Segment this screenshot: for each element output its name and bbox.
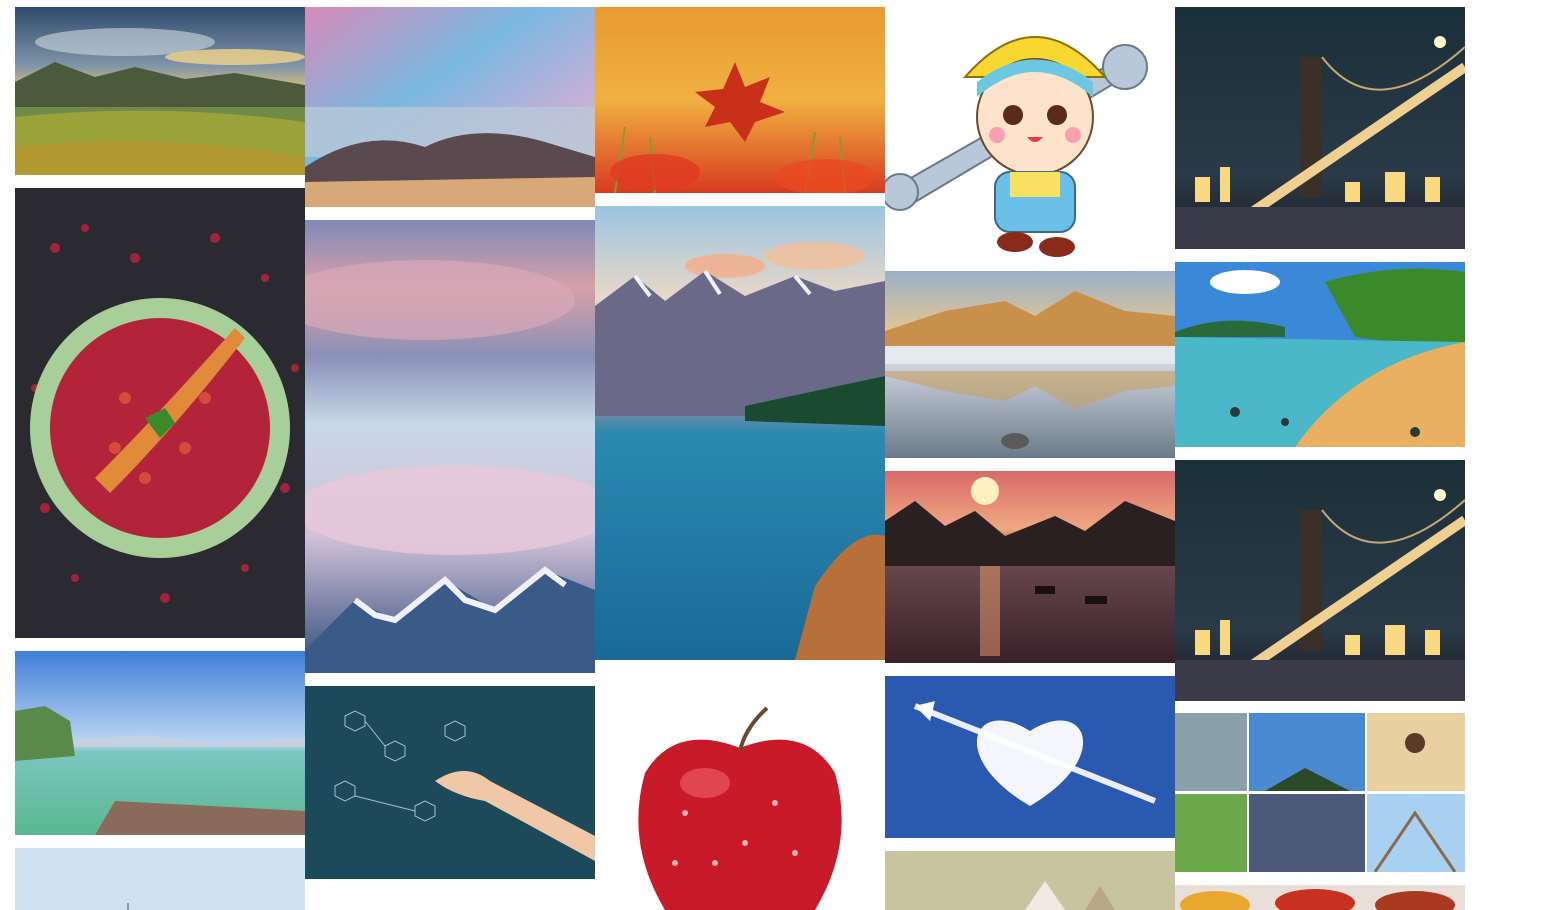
gallery-image-misty-reflection[interactable] xyxy=(885,271,1175,458)
gallery-image-pale-sky[interactable] xyxy=(15,848,305,910)
gallery-image-meadow-sunset[interactable] xyxy=(15,7,305,175)
gallery-image-night-bridge-duplicate[interactable] xyxy=(1175,460,1465,701)
gallery-image-pink-clouds-mountains[interactable] xyxy=(305,220,595,673)
gallery-image-mountain-lake[interactable] xyxy=(595,206,885,660)
image-gallery xyxy=(0,0,1549,910)
gallery-image-night-bridge[interactable] xyxy=(1175,7,1465,249)
gallery-image-red-apple[interactable] xyxy=(595,673,885,910)
gallery-image-turquoise-lake[interactable] xyxy=(15,651,305,835)
gallery-image-river-sunset[interactable] xyxy=(885,471,1175,663)
gallery-image-cat-partial[interactable] xyxy=(885,851,1175,910)
gallery-image-autumn-leaf[interactable] xyxy=(595,7,885,193)
gallery-image-cartoon-worker[interactable] xyxy=(885,7,1175,258)
gallery-image-rocky-shore[interactable] xyxy=(305,7,595,207)
gallery-image-heart-cloud[interactable] xyxy=(885,676,1175,838)
gallery-image-chemistry-hand[interactable] xyxy=(305,686,595,879)
gallery-image-crawfish-dish[interactable] xyxy=(15,188,305,638)
gallery-image-food-bowls[interactable] xyxy=(1175,885,1465,910)
gallery-image-photo-collage[interactable] xyxy=(1175,713,1465,872)
gallery-image-tropical-beach[interactable] xyxy=(1175,262,1465,447)
